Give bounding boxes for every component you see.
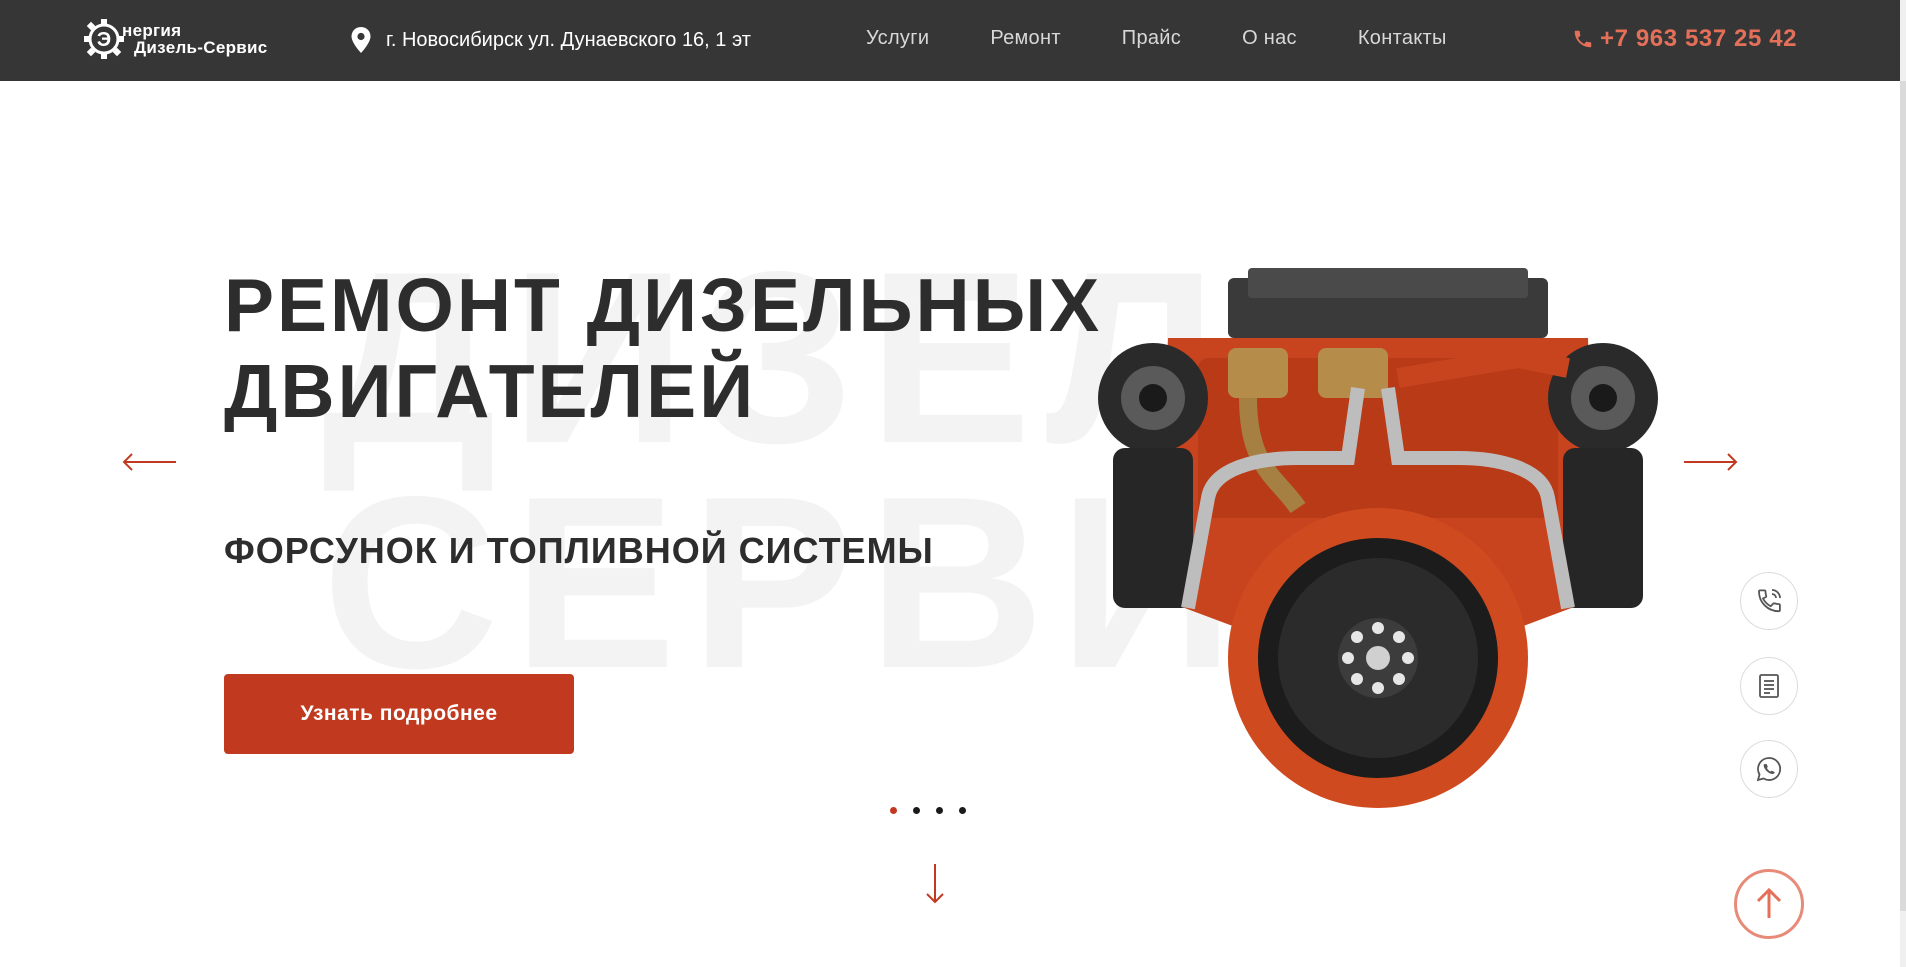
- nav-item-repair[interactable]: Ремонт: [990, 27, 1060, 50]
- engine-image: [1098, 268, 1658, 808]
- nav-item-about[interactable]: О нас: [1242, 27, 1297, 50]
- callback-button[interactable]: [1740, 572, 1798, 630]
- document-button[interactable]: [1740, 657, 1798, 715]
- hero-title: РЕМОНТ ДИЗЕЛЬНЫХ ДВИГАТЕЛЕЙ: [224, 263, 1103, 433]
- arrow-left-icon[interactable]: [122, 452, 178, 472]
- phone-call-icon: [1758, 589, 1781, 613]
- slider-dot-2[interactable]: [913, 807, 920, 814]
- logo[interactable]: Э нергия Дизель-Сервис: [82, 15, 268, 63]
- scroll-to-top-button[interactable]: [1734, 869, 1804, 939]
- logo-line1: нергия: [122, 21, 182, 40]
- scrollbar[interactable]: [1900, 0, 1906, 967]
- main-nav: Услуги Ремонт Прайс О нас Контакты: [866, 27, 1447, 50]
- whatsapp-button[interactable]: [1740, 740, 1798, 798]
- address-text: г. Новосибирск ул. Дунаевского 16, 1 эт: [386, 28, 751, 51]
- document-icon: [1759, 674, 1779, 698]
- site-header: Э нергия Дизель-Сервис г. Новосибирск ул…: [0, 0, 1906, 81]
- scrollbar-thumb[interactable]: [1900, 81, 1906, 911]
- nav-item-services[interactable]: Услуги: [866, 27, 929, 50]
- address: г. Новосибирск ул. Дунаевского 16, 1 эт: [350, 26, 751, 54]
- phone-icon: [1574, 30, 1592, 48]
- arrow-down-icon[interactable]: [925, 862, 945, 904]
- location-pin-icon: [351, 27, 371, 53]
- phone-number: +7 963 537 25 42: [1600, 25, 1798, 52]
- arrow-right-icon[interactable]: [1682, 452, 1738, 472]
- whatsapp-icon: [1756, 757, 1781, 782]
- phone-link[interactable]: +7 963 537 25 42: [1572, 25, 1797, 53]
- hero-subtitle: ФОРСУНОК И ТОПЛИВНОЙ СИСТЕМЫ: [224, 530, 934, 571]
- gear-logo-icon: Э: [82, 17, 126, 61]
- nav-item-price[interactable]: Прайс: [1122, 27, 1181, 50]
- arrow-up-icon: [1756, 887, 1782, 918]
- slider-dot-3[interactable]: [936, 807, 943, 814]
- logo-text: нергия Дизель-Сервис: [122, 22, 268, 56]
- learn-more-button[interactable]: Узнать подробнее: [224, 674, 574, 754]
- svg-text:Э: Э: [97, 29, 111, 51]
- logo-line2: Дизель-Сервис: [134, 38, 268, 57]
- slider-dots: [890, 807, 966, 814]
- nav-item-contacts[interactable]: Контакты: [1358, 27, 1447, 50]
- slider-dot-4[interactable]: [959, 807, 966, 814]
- slider-dot-1[interactable]: [890, 807, 897, 814]
